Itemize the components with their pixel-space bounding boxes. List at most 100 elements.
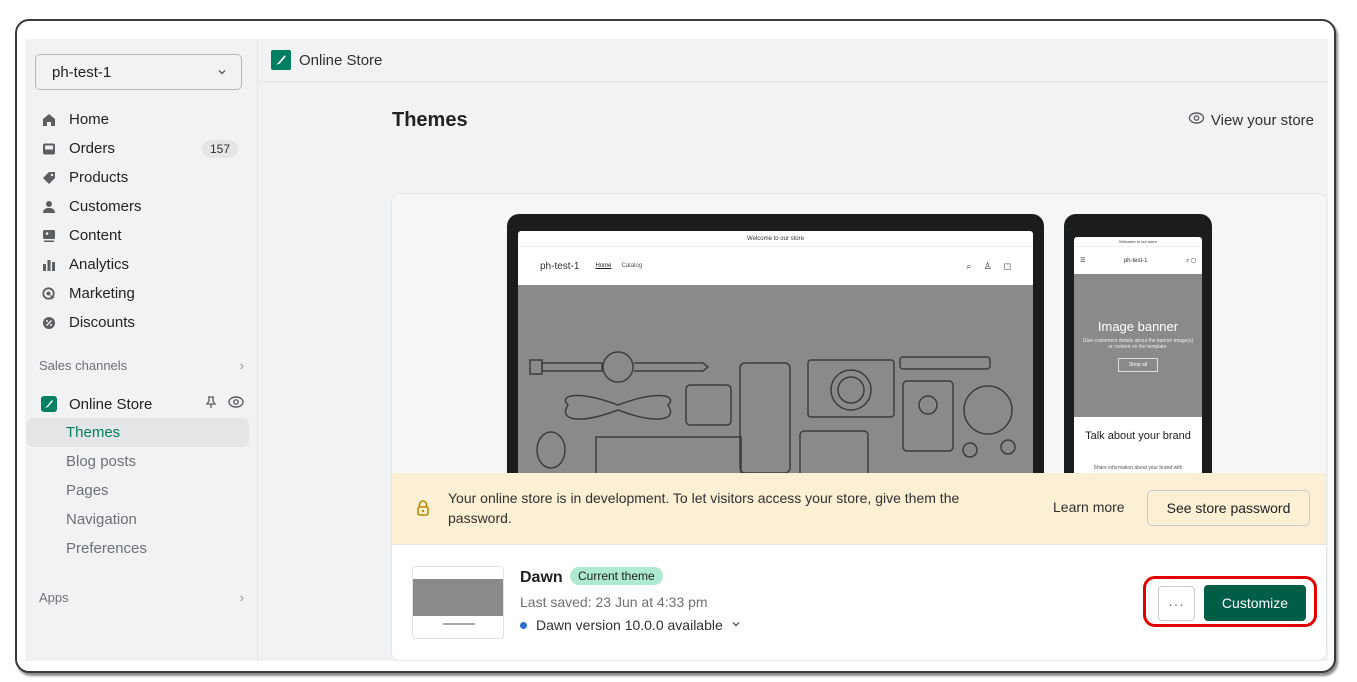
customize-button[interactable]: Customize: [1204, 585, 1306, 621]
sales-channels-header[interactable]: Sales channels ›: [39, 358, 244, 373]
subnav-label: Preferences: [66, 540, 147, 557]
mobile-screen: Welcome to our store ☰ ph-test-1 ⌕ ◻ Ima…: [1074, 237, 1202, 484]
chevron-down-icon: [217, 67, 227, 77]
preview-nav-catalog: Catalog: [621, 263, 643, 269]
eye-icon[interactable]: [228, 395, 244, 413]
desktop-screen: Welcome to our store ph-test-1 Home Cata…: [518, 231, 1033, 484]
status-dot-icon: [520, 621, 527, 629]
subnav-item-themes[interactable]: Themes: [27, 418, 249, 447]
current-theme-card: Welcome to our store ph-test-1 Home Cata…: [392, 194, 1326, 660]
window-frame: ph-test-1 Home Orders 157 Products Custo…: [15, 19, 1336, 673]
theme-thumbnail: [412, 566, 504, 639]
home-icon: [41, 112, 57, 128]
preview-nav: Home Catalog: [595, 263, 642, 269]
nav-item-content[interactable]: Content: [25, 221, 258, 250]
theme-name: Dawn: [520, 569, 563, 586]
mobile-announcement-bar: Welcome to our store: [1074, 237, 1202, 247]
top-bar: Online Store: [259, 39, 1328, 82]
banner-heading: Image banner: [1097, 319, 1179, 334]
store-selector[interactable]: ph-test-1: [35, 54, 242, 90]
version-available-toggle[interactable]: Dawn version 10.0.0 available: [520, 617, 741, 633]
tag-icon: [41, 170, 57, 186]
online-store-icon: [41, 396, 57, 412]
subnav-item-pages[interactable]: Pages: [25, 476, 258, 505]
development-notice: Your online store is in development. To …: [392, 473, 1326, 545]
mobile-hero-banner: Image banner Give customers details abou…: [1074, 274, 1202, 417]
sidebar: ph-test-1 Home Orders 157 Products Custo…: [25, 39, 258, 661]
admin-app: ph-test-1 Home Orders 157 Products Custo…: [25, 39, 1328, 661]
see-store-password-button[interactable]: See store password: [1147, 490, 1310, 526]
nav-item-home[interactable]: Home: [25, 105, 258, 134]
online-store-label: Online Store: [69, 395, 153, 413]
topbar-title: Online Store: [299, 51, 383, 69]
product-illustration: [529, 351, 1016, 484]
subnav-item-blog-posts[interactable]: Blog posts: [25, 447, 258, 476]
chevron-right-icon: ›: [239, 358, 244, 373]
thumbnail-text-line: [443, 623, 475, 625]
target-icon: [41, 286, 57, 302]
shop-all-button: Shop all: [1117, 358, 1159, 372]
apps-header[interactable]: Apps ›: [39, 590, 244, 605]
nav-label: Discounts: [69, 314, 135, 331]
thumbnail-banner: [413, 579, 503, 616]
nav-item-products[interactable]: Products: [25, 163, 258, 192]
nav-item-analytics[interactable]: Analytics: [25, 250, 258, 279]
orders-count-badge: 157: [201, 139, 238, 158]
subnav-label: Pages: [66, 482, 109, 499]
talk-heading: Talk about your brand: [1085, 430, 1191, 442]
pin-icon[interactable]: [204, 395, 218, 413]
discount-icon: [41, 315, 57, 331]
subnav-label: Blog posts: [66, 453, 137, 470]
mobile-header-icons: ⌕ ◻: [1185, 257, 1196, 264]
subnav-item-preferences[interactable]: Preferences: [25, 534, 258, 563]
nav-label: Products: [69, 169, 129, 186]
nav-label: Customers: [69, 198, 142, 215]
subnav-item-navigation[interactable]: Navigation: [25, 505, 258, 534]
cart-icon: ◻: [1003, 260, 1011, 271]
nav-label: Marketing: [69, 285, 135, 302]
nav-item-marketing[interactable]: Marketing: [25, 279, 258, 308]
chevron-right-icon: ›: [239, 590, 244, 605]
preview-header-icons: ⌕ ♙ ◻: [966, 261, 1011, 272]
current-theme-badge: Current theme: [570, 567, 663, 585]
online-store-subnav: Themes Blog posts Pages Navigation Prefe…: [25, 418, 258, 563]
preview-store-name: ph-test-1: [540, 260, 580, 272]
nav-item-online-store[interactable]: Online Store: [25, 390, 258, 418]
page-title: Themes: [392, 109, 468, 131]
account-icon: ♙: [983, 260, 992, 271]
apps-label: Apps: [39, 590, 69, 605]
nav-item-customers[interactable]: Customers: [25, 192, 258, 221]
view-store-link[interactable]: View your store: [1188, 111, 1314, 129]
mobile-store-name: ph-test-1: [1123, 257, 1148, 264]
subnav-label: Navigation: [66, 511, 137, 528]
theme-row: Dawn Current theme Last saved: 23 Jun at…: [392, 545, 1326, 660]
mobile-preview: Welcome to our store ☰ ph-test-1 ⌕ ◻ Ima…: [1064, 214, 1212, 484]
view-store-label: View your store: [1210, 111, 1314, 129]
last-saved-text: Last saved: 23 Jun at 4:33 pm: [520, 594, 708, 610]
theme-preview: Welcome to our store ph-test-1 Home Cata…: [392, 194, 1326, 484]
nav-item-discounts[interactable]: Discounts: [25, 308, 258, 337]
nav-item-orders[interactable]: Orders 157: [25, 134, 258, 163]
search-icon: ⌕: [966, 260, 972, 271]
store-header: ph-test-1 Home Catalog ⌕ ♙ ◻: [518, 247, 1033, 285]
sales-channels-label: Sales channels: [39, 358, 128, 373]
mobile-store-header: ☰ ph-test-1 ⌕ ◻: [1074, 247, 1202, 274]
notice-message: Your online store is in development. To …: [448, 490, 960, 526]
version-text: Dawn version 10.0.0 available: [536, 617, 723, 633]
preview-nav-home: Home: [595, 263, 612, 269]
eye-icon: [1188, 111, 1205, 129]
talk-text: Share information about your brand with: [1093, 465, 1183, 471]
chevron-down-icon: [731, 619, 741, 632]
lock-icon: [416, 500, 430, 521]
learn-more-link[interactable]: Learn more: [1053, 499, 1125, 515]
person-icon: [41, 199, 57, 215]
nav-label: Home: [69, 111, 110, 128]
online-store-icon: [271, 50, 291, 70]
store-name: ph-test-1: [52, 63, 112, 81]
menu-icon: ☰: [1080, 258, 1086, 264]
more-actions-button[interactable]: ···: [1158, 586, 1195, 621]
banner-text: Give customers details about the banner …: [1082, 338, 1194, 350]
desktop-preview: Welcome to our store ph-test-1 Home Cata…: [507, 214, 1044, 484]
nav-label: Analytics: [69, 256, 130, 273]
inbox-icon: [41, 141, 57, 157]
